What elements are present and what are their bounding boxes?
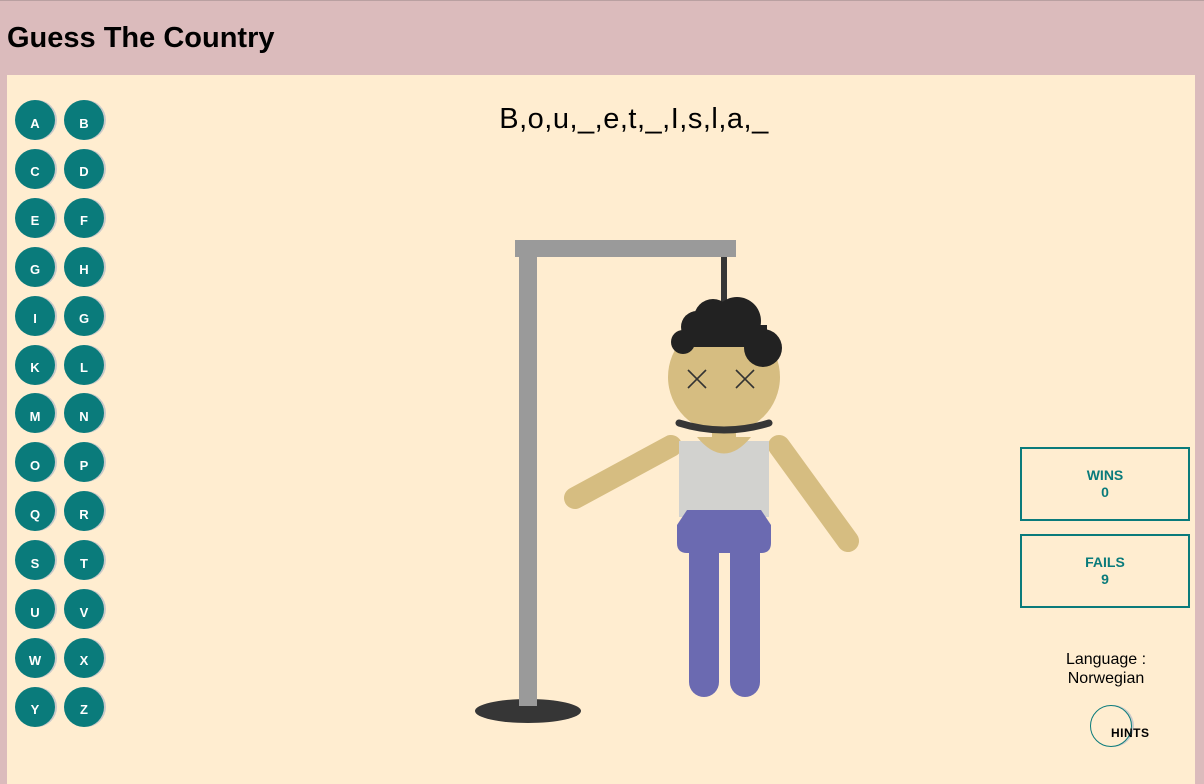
language-label: Language : [1065, 651, 1147, 668]
hints-label[interactable]: HINTS [1111, 726, 1150, 740]
pants [677, 510, 771, 553]
gallows-beam [515, 240, 736, 257]
wins-value: 0 [1101, 484, 1109, 500]
language-value: Norwegian [1067, 670, 1145, 687]
language-indicator: Language : Norwegian [1037, 650, 1175, 688]
top-bar: Guess The Country [0, 0, 1204, 75]
wins-label: WINS [1086, 467, 1124, 483]
left-arm [564, 435, 682, 509]
fails-value: 9 [1101, 571, 1109, 587]
gallows-pole [519, 240, 537, 706]
fails-label: FAILS [1085, 554, 1125, 570]
fails-counter: FAILS 9 [1020, 534, 1190, 608]
right-arm [768, 435, 859, 552]
game-board: ABCDEFGHIGKLMNOPQRSTUVWXYZ B,o,u,_,e,t,_… [7, 75, 1195, 784]
wins-counter: WINS 0 [1020, 447, 1190, 521]
page-title: Guess The Country [7, 22, 275, 54]
gallows-rope [721, 257, 727, 305]
hangman-drawing [475, 240, 859, 723]
